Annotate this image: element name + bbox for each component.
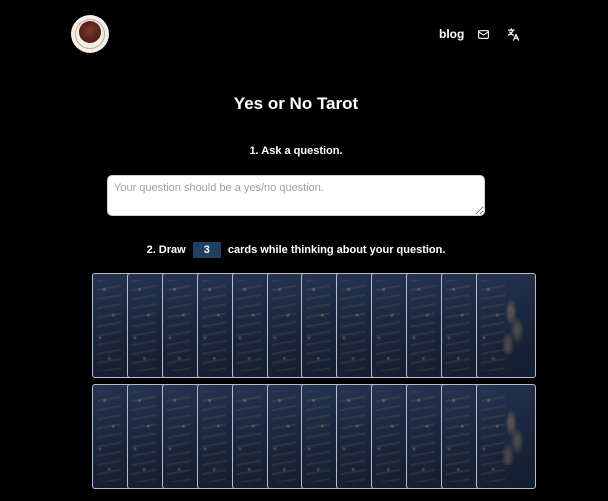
question-input[interactable]: [107, 175, 485, 216]
nav-blog-link[interactable]: blog: [439, 27, 464, 41]
mail-icon[interactable]: [477, 28, 490, 41]
card-deck-row-1: [92, 273, 536, 378]
tarot-card-back[interactable]: [476, 273, 536, 378]
translate-icon[interactable]: [506, 27, 521, 42]
step2-label: 2. Draw 3 cards while thinking about you…: [0, 242, 592, 258]
tarot-card-back[interactable]: [476, 384, 536, 489]
card-count-selector[interactable]: 3: [192, 242, 221, 258]
step2-suffix: cards while thinking about your question…: [227, 243, 446, 256]
page-title: Yes or No Tarot: [233, 94, 359, 113]
step2-prefix: 2. Draw: [146, 243, 186, 256]
top-nav: blog: [0, 26, 608, 44]
page: blog Yes or No Tarot 1. Ask a question. …: [0, 0, 608, 501]
card-deck-row-2: [92, 384, 536, 489]
step1-label: 1. Ask a question.: [249, 145, 343, 157]
